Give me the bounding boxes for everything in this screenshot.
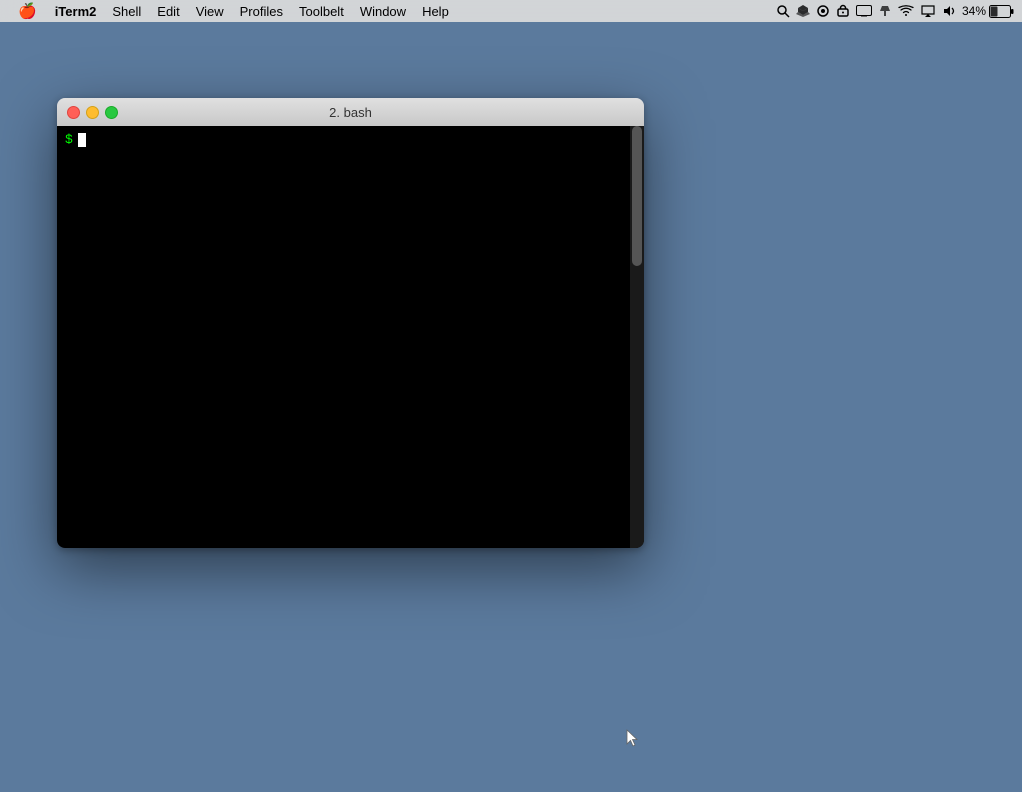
view-menu[interactable]: View: [188, 0, 232, 22]
sip-icon[interactable]: [878, 4, 892, 18]
terminal-cursor: [78, 133, 86, 147]
profiles-menu[interactable]: Profiles: [232, 0, 291, 22]
close-button[interactable]: [67, 106, 80, 119]
menu-bar-left: 🍎 iTerm2 Shell Edit View Profiles Toolbe…: [8, 0, 457, 22]
terminal-body[interactable]: $: [57, 126, 644, 548]
terminal-content: $: [57, 126, 644, 154]
battery-indicator: 34%: [962, 4, 1014, 18]
minimize-button[interactable]: [86, 106, 99, 119]
airplay-icon[interactable]: [920, 5, 936, 17]
window-buttons: [67, 106, 118, 119]
menu-bar-right: 34%: [776, 4, 1014, 18]
menu-bar: 🍎 iTerm2 Shell Edit View Profiles Toolbe…: [0, 0, 1022, 22]
apple-menu[interactable]: 🍎: [8, 0, 47, 22]
terminal-prompt: $: [65, 131, 639, 149]
desktop: 2. bash $: [0, 22, 1022, 792]
battery-percent: 34%: [962, 4, 986, 18]
search-icon[interactable]: [776, 4, 790, 18]
window-title: 2. bash: [329, 105, 372, 120]
terminal-scrollbar-thumb[interactable]: [632, 126, 642, 266]
dropbox-icon[interactable]: [796, 4, 810, 18]
screensharing-icon[interactable]: [856, 5, 872, 17]
toolbelt-menu[interactable]: Toolbelt: [291, 0, 352, 22]
volume-icon[interactable]: [942, 4, 956, 18]
mouse-cursor: [626, 729, 638, 747]
help-menu[interactable]: Help: [414, 0, 457, 22]
maximize-button[interactable]: [105, 106, 118, 119]
window-menu[interactable]: Window: [352, 0, 414, 22]
lastpass-icon[interactable]: [836, 4, 850, 18]
edit-menu[interactable]: Edit: [149, 0, 187, 22]
wifi-icon[interactable]: [898, 5, 914, 17]
terminal-scrollbar[interactable]: [630, 126, 644, 548]
prompt-dollar: $: [65, 131, 73, 149]
app-name-menu[interactable]: iTerm2: [47, 0, 105, 22]
location-icon[interactable]: [816, 4, 830, 18]
terminal-titlebar: 2. bash: [57, 98, 644, 126]
terminal-window[interactable]: 2. bash $: [57, 98, 644, 548]
shell-menu[interactable]: Shell: [104, 0, 149, 22]
